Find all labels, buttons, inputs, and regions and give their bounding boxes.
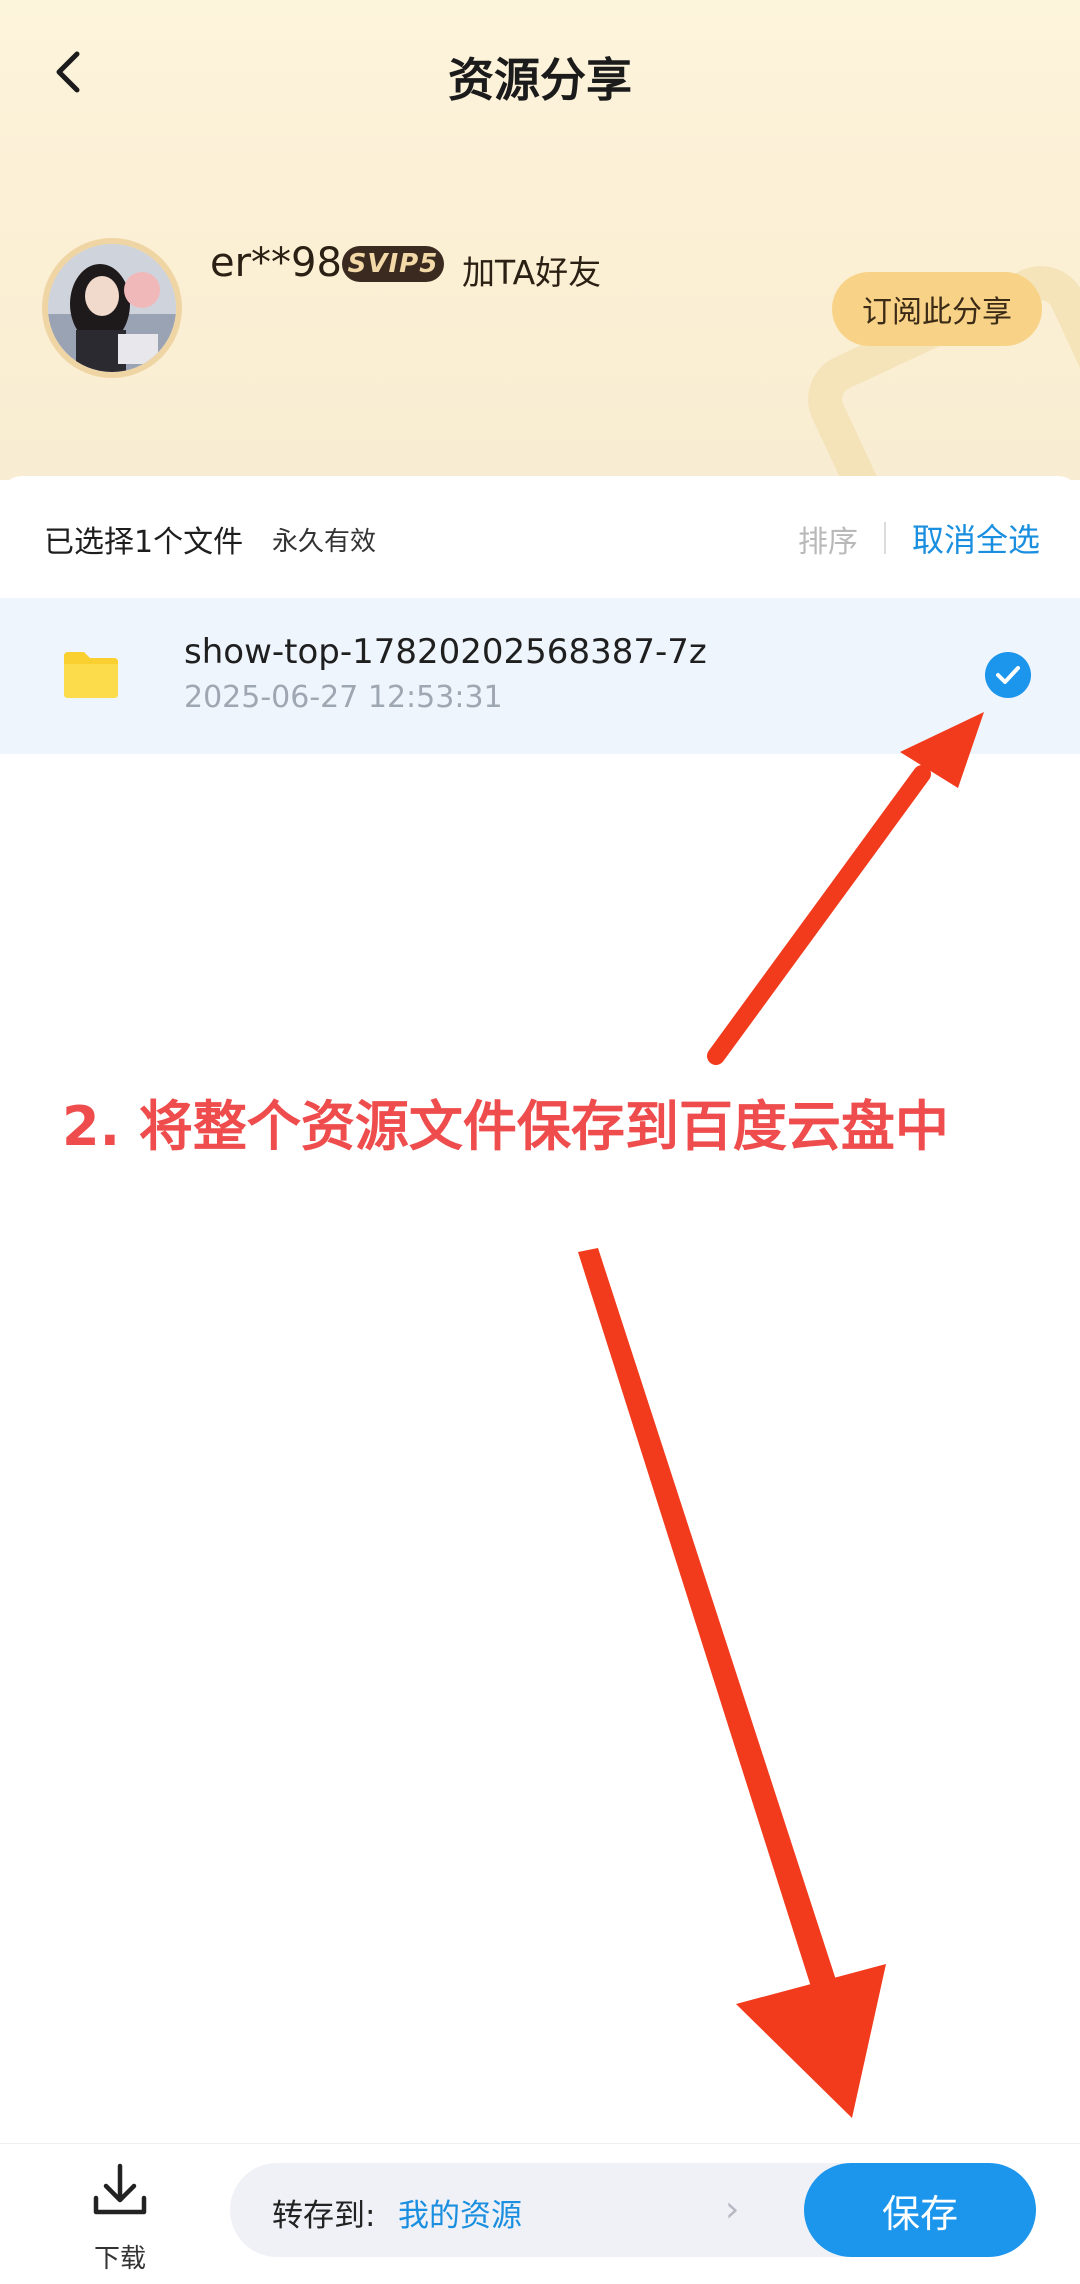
add-friend-link[interactable]: 加TA好友 <box>462 246 601 294</box>
avatar[interactable] <box>42 238 182 378</box>
vip-badge: SVIP5 <box>342 246 444 282</box>
subscribe-button[interactable]: 订阅此分享 <box>832 272 1042 346</box>
download-label: 下载 <box>93 2244 146 2274</box>
check-glyph <box>996 666 1020 684</box>
file-row[interactable]: show-top-17820202568387-7z 2025-06-27 12… <box>0 598 1080 754</box>
annotation-text: 2. 将整个资源文件保存到百度云盘中 <box>62 1095 949 1158</box>
save-to-label: 转存到: <box>272 2198 376 2234</box>
file-date: 2025-06-27 12:53:31 <box>184 680 503 715</box>
save-to-target[interactable]: 我的资源 <box>398 2190 522 2235</box>
cancel-select-all-button[interactable]: 取消全选 <box>912 515 1040 561</box>
folder-icon <box>64 652 118 698</box>
page-title: 资源分享 <box>448 53 632 107</box>
validity-text: 永久有效 <box>272 527 377 557</box>
download-button[interactable]: 下载 <box>70 2160 170 2274</box>
save-button[interactable]: 保存 <box>804 2163 1036 2257</box>
file-name: show-top-17820202568387-7z <box>184 632 707 672</box>
chevron-right-icon: › <box>725 2189 740 2230</box>
sharer-username: er**98 <box>210 240 342 286</box>
sort-button[interactable]: 排序 <box>798 517 858 561</box>
toolbar-divider <box>884 522 886 554</box>
download-icon <box>93 2163 147 2215</box>
checkmark-icon[interactable] <box>985 652 1031 698</box>
avatar-image <box>48 244 176 372</box>
selection-info: 已选择1个文件 <box>44 525 244 560</box>
